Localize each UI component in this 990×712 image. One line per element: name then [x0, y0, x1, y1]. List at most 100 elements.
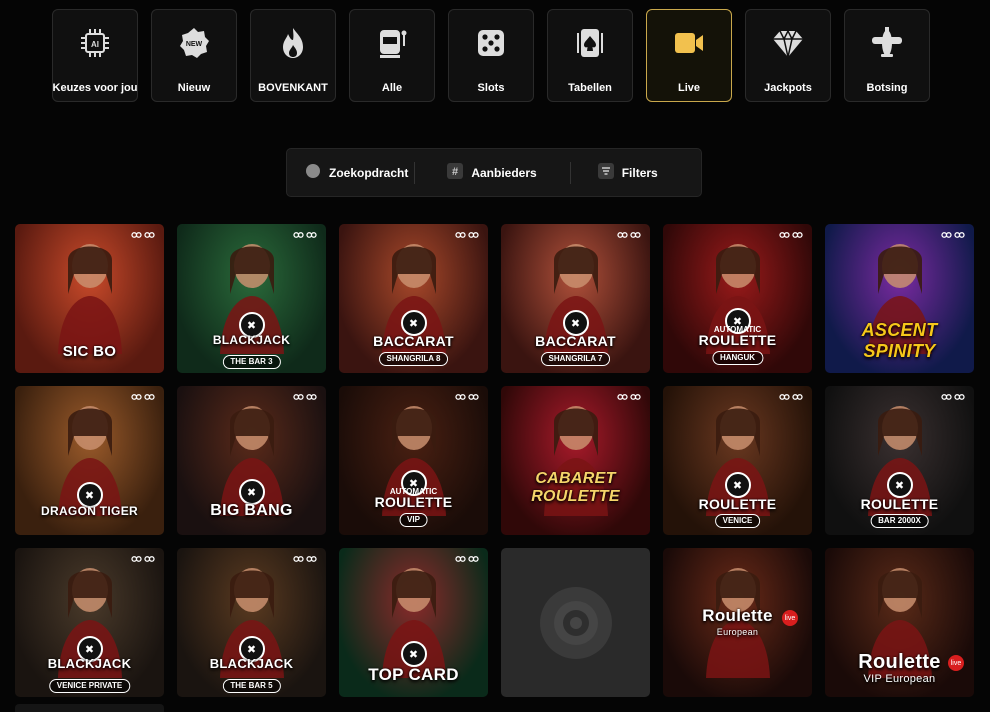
- filter-toolbar: Zoekopdracht # Aanbieders Filters: [286, 148, 702, 197]
- game-tile[interactable]: ✖ BLACKJACK THE BAR 3: [177, 224, 326, 373]
- game-title: ROULETTE: [698, 496, 777, 512]
- game-tile[interactable]: ✖ BACCARAT SHANGRILA 7: [501, 224, 650, 373]
- slot-machine-icon: [375, 25, 409, 61]
- game-subtitle: BAR 2000X: [870, 514, 929, 528]
- category-label: Botsing: [866, 82, 908, 94]
- category-live[interactable]: Live: [646, 9, 732, 102]
- airplane-icon: [870, 25, 904, 61]
- search-icon: [305, 163, 321, 182]
- video-camera-icon: [672, 25, 706, 61]
- category-slots[interactable]: Slots: [448, 9, 534, 102]
- game-subtitle: European: [716, 627, 759, 637]
- game-tile[interactable]: ✖ TOP CARD: [339, 548, 488, 697]
- live-badge-icon: live: [948, 655, 964, 671]
- category-label: Nieuw: [177, 82, 211, 94]
- infinity-icon: [455, 232, 479, 238]
- game-tile[interactable]: ASCENT SPINITY: [825, 224, 974, 373]
- game-tile[interactable]: ✖ DRAGON TIGER: [15, 386, 164, 535]
- game-tile[interactable]: ✖ BIG BANG: [177, 386, 326, 535]
- game-grid: SIC BO ✖ BLACKJACK THE BAR 3 ✖ BACCARAT SHANGR…: [15, 224, 974, 697]
- category-nieuw[interactable]: NEW Nieuw: [151, 9, 237, 102]
- category-label: BOVENKANT: [258, 82, 328, 94]
- game-title: BLACKJACK: [47, 656, 132, 671]
- divider: [569, 161, 571, 184]
- game-title: TOP CARD: [368, 665, 459, 684]
- dice-icon: [474, 25, 508, 61]
- infinity-icon: [779, 232, 803, 238]
- game-tile[interactable]: SIC BO: [15, 224, 164, 373]
- infinity-icon: [293, 232, 317, 238]
- provider-logo-icon: ✖: [400, 641, 427, 667]
- game-tile-placeholder[interactable]: [501, 548, 650, 697]
- diamond-icon: [771, 25, 805, 61]
- playing-card-icon: [573, 25, 607, 61]
- game-tile[interactable]: Roulette European live: [663, 548, 812, 697]
- filters-button[interactable]: Filters: [597, 163, 658, 182]
- filter-icon: [597, 163, 614, 182]
- game-title: BLACKJACK: [212, 333, 291, 347]
- game-title: BACCARAT: [535, 333, 616, 349]
- game-subtitle: THE BAR 3: [222, 355, 281, 369]
- svg-text:AI: AI: [91, 40, 99, 49]
- infinity-icon: [293, 556, 317, 562]
- category-tabellen[interactable]: Tabellen: [547, 9, 633, 102]
- game-title: SIC BO: [62, 343, 117, 360]
- category-label: Keuzes voor jou: [52, 82, 138, 94]
- game-title: BIG BANG: [210, 502, 293, 519]
- flame-icon: [276, 25, 310, 61]
- game-title: ROULETTE: [860, 496, 939, 512]
- game-tile[interactable]: CABARET ROULETTE: [501, 386, 650, 535]
- category-label: Tabellen: [568, 82, 612, 94]
- game-subtitle: VENICE PRIVATE: [48, 679, 131, 693]
- category-label: Live: [677, 82, 700, 94]
- game-subtitle: SHANGRILA 8: [378, 352, 449, 366]
- category-label: Jackpots: [764, 82, 812, 94]
- search-button[interactable]: Zoekopdracht: [305, 163, 408, 182]
- new-badge-icon: NEW: [177, 25, 211, 61]
- game-tile[interactable]: ✖ BLACKJACK THE BAR 5: [177, 548, 326, 697]
- category-label: Slots: [477, 82, 505, 94]
- category-label: Alle: [381, 82, 403, 94]
- game-title: DRAGON TIGER: [41, 504, 138, 518]
- hash-icon: #: [447, 163, 464, 182]
- game-subtitle: THE BAR 5: [222, 679, 281, 693]
- game-tile[interactable]: ✖ AUTOMATIC ROULETTE VIP: [339, 386, 488, 535]
- game-tile[interactable]: ✖ AUTOMATIC ROULETTE HANGUK: [663, 224, 812, 373]
- category-bar: AI Keuzes voor jou NEW Nieuw BOVENKANT A…: [52, 9, 930, 102]
- live-badge-icon: live: [782, 610, 798, 626]
- loading-sun-icon: [540, 587, 612, 659]
- category-bovenkant[interactable]: BOVENKANT: [250, 9, 336, 102]
- game-tile[interactable]: ✖ BACCARAT SHANGRILA 8: [339, 224, 488, 373]
- infinity-icon: [131, 394, 155, 400]
- game-subtitle: VENICE: [714, 514, 761, 528]
- infinity-icon: [131, 232, 155, 238]
- game-tile[interactable]: Roulette VIP European live: [825, 548, 974, 697]
- game-title: ASCENT SPINITY: [861, 320, 938, 361]
- game-tile[interactable]: ✖ ROULETTE BAR 2000X: [825, 386, 974, 535]
- game-title: CABARET ROULETTE: [531, 470, 620, 505]
- category-botsing[interactable]: Botsing: [844, 9, 930, 102]
- providers-button[interactable]: # Aanbieders: [447, 163, 537, 182]
- infinity-icon: [617, 394, 641, 400]
- game-title: ROULETTE: [374, 494, 453, 510]
- provider-logo-icon: ✖: [886, 472, 913, 498]
- category-keuzes-voor-jou[interactable]: AI Keuzes voor jou: [52, 9, 138, 102]
- game-subtitle: VIP: [399, 513, 428, 527]
- game-tile[interactable]: ✖ ROULETTE VENICE: [663, 386, 812, 535]
- filters-label: Filters: [621, 165, 658, 180]
- next-row-tile[interactable]: [15, 704, 164, 712]
- provider-logo-icon: ✖: [724, 472, 751, 498]
- dealer-image: [57, 244, 122, 354]
- infinity-icon: [617, 232, 641, 238]
- category-alle[interactable]: Alle: [349, 9, 435, 102]
- svg-text:#: #: [452, 166, 458, 178]
- game-title: BLACKJACK: [209, 656, 294, 671]
- providers-label: Aanbieders: [471, 165, 537, 180]
- game-title: BACCARAT: [373, 333, 454, 349]
- infinity-icon: [941, 232, 965, 238]
- game-title: ROULETTE: [698, 332, 777, 348]
- infinity-icon: [941, 394, 965, 400]
- game-subtitle: SHANGRILA 7: [540, 352, 611, 366]
- category-jackpots[interactable]: Jackpots: [745, 9, 831, 102]
- game-tile[interactable]: ✖ BLACKJACK VENICE PRIVATE: [15, 548, 164, 697]
